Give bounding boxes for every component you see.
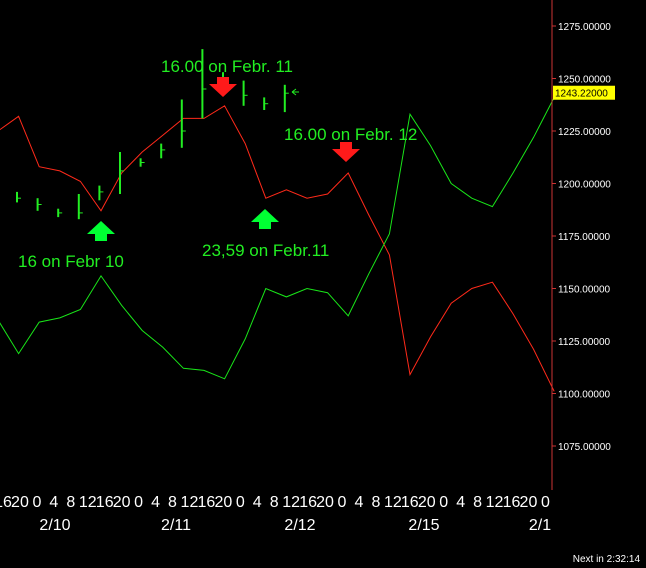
price-tick-label: 1075.00000 [558, 442, 611, 453]
price-tick-label: 1225.00000 [558, 127, 611, 138]
time-tick-label: 20 [11, 494, 29, 511]
signal-annotation-sell: 16.00 on Febr. 12 [284, 125, 417, 144]
date-label: 2/11 [161, 517, 191, 534]
time-tick-label: 16 [503, 494, 521, 511]
price-tick-label: 1100.00000 [558, 390, 611, 401]
sell-arrow-icon [332, 142, 360, 162]
price-bar [36, 198, 42, 211]
time-tick-label: 4 [253, 494, 262, 511]
price-tick-label: 1125.00000 [558, 337, 611, 348]
date-label: 2/10 [39, 517, 70, 534]
price-bar [98, 185, 104, 201]
date-label: 2/15 [408, 517, 439, 534]
price-tick-label: 1200.00000 [558, 180, 611, 191]
time-tick-label: 4 [151, 494, 160, 511]
time-tick-label: 4 [354, 494, 363, 511]
price-bar [16, 191, 21, 203]
price-tick-label: 1150.00000 [558, 285, 611, 296]
time-tick-label: 20 [418, 494, 436, 511]
time-tick-label: 16 [198, 494, 216, 511]
price-bar [283, 84, 289, 113]
price-tick-label: 1175.00000 [558, 232, 611, 243]
price-bar [263, 97, 269, 110]
time-tick-label: 12 [486, 494, 504, 511]
time-tick-label: 20 [113, 494, 131, 511]
time-tick-label: 20 [520, 494, 538, 511]
time-tick-label: 4 [456, 494, 465, 511]
time-axis: 1620048121620048121620048121620048121620… [0, 494, 551, 534]
signal-arrows [87, 77, 360, 241]
time-tick-label: 12 [79, 494, 97, 511]
time-tick-label: 8 [473, 494, 482, 511]
price-chart: 16.00 on Febr. 11 16.00 on Febr. 12 16 on … [0, 0, 615, 534]
current-price-pointer [291, 88, 299, 96]
signal-annotation-buy: 16 on Febr 10 [18, 252, 124, 271]
time-tick-label: 12 [384, 494, 402, 511]
price-bar [139, 158, 145, 167]
buy-arrow-icon [87, 221, 115, 241]
date-label: 2/12 [284, 517, 315, 534]
time-tick-label: 0 [338, 494, 347, 511]
time-tick-label: 4 [49, 494, 58, 511]
time-tick-label: 0 [236, 494, 245, 511]
current-price-label: 1243.22000 [555, 89, 608, 100]
time-tick-label: 8 [168, 494, 177, 511]
price-tick-label: 1250.00000 [558, 75, 611, 86]
time-tick-label: 8 [371, 494, 380, 511]
time-tick-label: 0 [32, 494, 41, 511]
time-tick-label: 16 [299, 494, 317, 511]
price-bar [160, 143, 166, 159]
time-tick-label: 8 [270, 494, 279, 511]
price-axis: 1275.00000 1250.00000 1225.00000 1200.00000… [551, 0, 615, 490]
price-bar [57, 208, 63, 218]
price-bar [180, 99, 186, 148]
time-tick-label: 0 [439, 494, 448, 511]
date-label: 2/1 [529, 517, 551, 534]
price-bar [242, 80, 248, 106]
next-bar-countdown: Next in 2:32:14 [572, 554, 640, 565]
price-bar [77, 194, 83, 220]
time-tick-label: 8 [66, 494, 75, 511]
buy-arrow-icon [251, 209, 279, 229]
signal-annotation-sell: 16.00 on Febr. 11 [161, 57, 293, 76]
price-tick-label: 1275.00000 [558, 22, 611, 33]
time-tick-label: 0 [541, 494, 550, 511]
time-tick-label: 0 [134, 494, 143, 511]
time-tick-label: 20 [316, 494, 334, 511]
time-tick-label: 12 [181, 494, 199, 511]
lower-band-line [0, 97, 555, 380]
time-tick-label: 12 [282, 494, 300, 511]
time-tick-label: 20 [214, 494, 232, 511]
signal-annotation-buy: 23,59 on Febr.11 [202, 241, 329, 260]
time-tick-label: 16 [96, 494, 114, 511]
time-tick-label: 16 [401, 494, 419, 511]
sell-arrow-icon [209, 77, 237, 97]
